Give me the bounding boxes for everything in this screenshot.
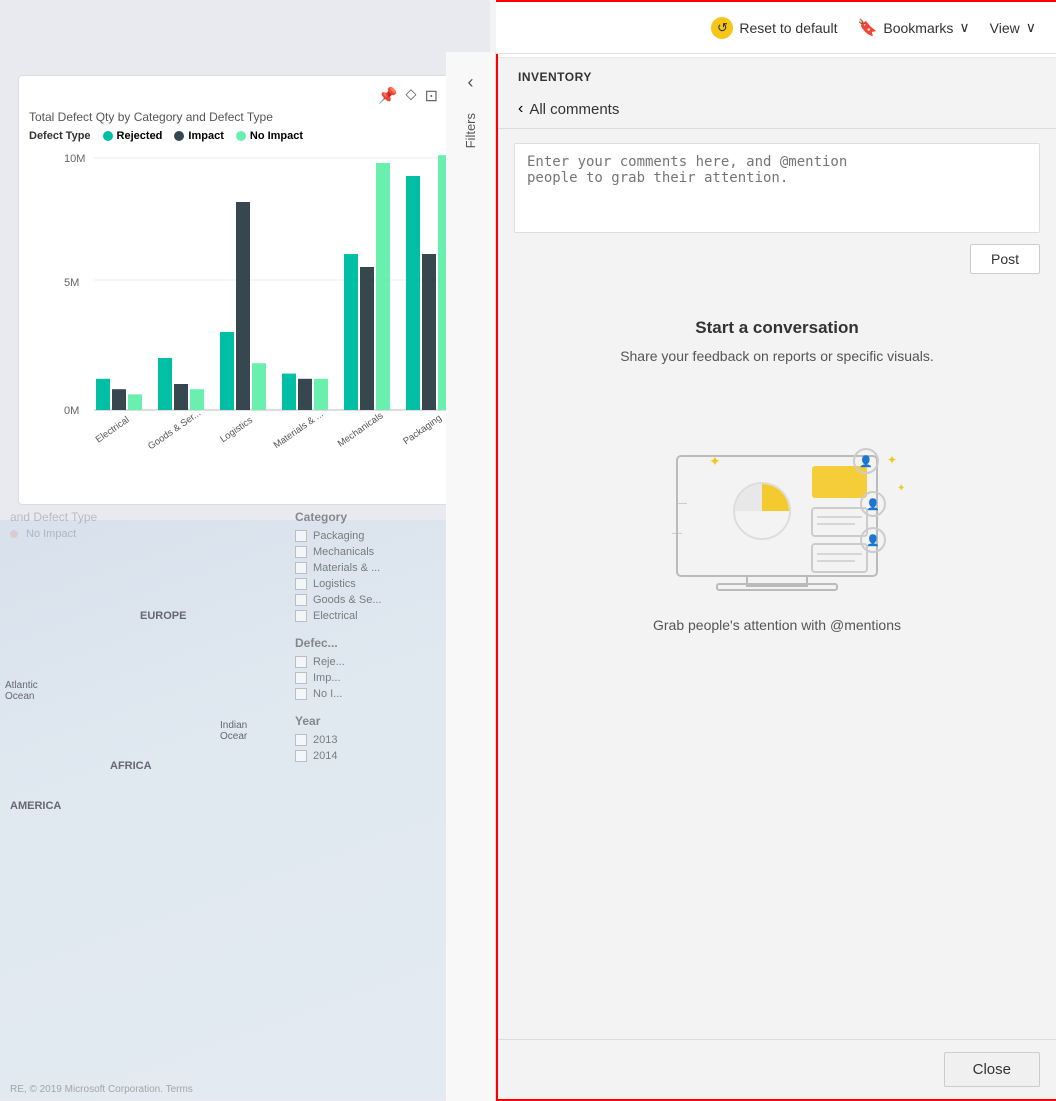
start-conversation-title: Start a conversation <box>695 318 858 338</box>
reset-icon: ↺ <box>711 17 733 39</box>
toolbar: ↺ Reset to default 🔖 Bookmarks ∨ View ∨ <box>496 2 1056 54</box>
svg-text:👤: 👤 <box>866 498 880 511</box>
collapse-filters-button[interactable]: ‹ <box>468 72 474 93</box>
map-background <box>0 520 490 1100</box>
post-btn-row: Post <box>514 244 1040 274</box>
svg-text:✦: ✦ <box>887 453 897 467</box>
svg-text:✦: ✦ <box>897 483 905 494</box>
svg-text:Materials & ...: Materials & ... <box>272 409 326 451</box>
start-conversation-subtitle: Share your feedback on reports or specif… <box>620 346 934 367</box>
svg-text:10M: 10M <box>64 153 85 165</box>
svg-text:Packaging: Packaging <box>401 413 444 447</box>
filters-toggle-label[interactable]: Filters <box>463 113 478 148</box>
view-button[interactable]: View ∨ <box>990 19 1036 36</box>
comment-input-area: Post <box>498 129 1056 288</box>
chart-legend: Defect Type Rejected Impact No Impact <box>29 130 462 142</box>
filter-icon[interactable]: ⬦ <box>405 86 416 106</box>
svg-text:👤: 👤 <box>859 455 873 468</box>
bookmarks-chevron: ∨ <box>959 19 969 36</box>
impact-dot <box>174 131 184 141</box>
conversation-illustration: 👤 👤 👤 ✦ ✦ ✦ — — <box>617 391 937 591</box>
grab-attention-text: Grab people's attention with @mentions <box>653 617 901 633</box>
close-button[interactable]: Close <box>944 1052 1040 1087</box>
filters-side-panel: ‹ Filters <box>446 52 496 1101</box>
defect-filter-title: Defec... <box>295 636 381 650</box>
close-btn-row: Close <box>498 1039 1056 1099</box>
chart-card: 📌 ⬦ ⊡ ··· Total Defect Qty by Category a… <box>18 75 473 505</box>
svg-text:0M: 0M <box>64 405 79 417</box>
year-filter-title: Year <box>295 714 381 728</box>
chart-toolbar: 📌 ⬦ ⊡ ··· <box>29 86 462 106</box>
svg-text:—: — <box>672 528 682 539</box>
bookmark-icon: 🔖 <box>857 18 877 38</box>
all-comments-text: All comments <box>529 101 619 118</box>
svg-text:👤: 👤 <box>866 534 880 547</box>
back-chevron-icon: ‹ <box>518 100 523 118</box>
left-panel: EUROPE AFRICA AMERICA AtlanticOcean Indi… <box>0 0 490 1101</box>
map-label-indian: IndianOcear <box>220 720 247 742</box>
view-chevron: ∨ <box>1026 19 1036 36</box>
svg-text:—: — <box>677 498 687 509</box>
filters-content: Category PackagingMechanicalsMaterials &… <box>295 510 381 766</box>
conversation-area: Start a conversation Share your feedback… <box>498 288 1056 1039</box>
map-label-america: AMERICA <box>10 800 61 812</box>
chart-title: Total Defect Qty by Category and Defect … <box>29 110 462 124</box>
pin-icon[interactable]: 📌 <box>377 86 397 106</box>
rejected-dot <box>103 131 113 141</box>
comments-panel: ↺ Reset to default 🔖 Bookmarks ∨ View ∨ … <box>496 0 1056 1101</box>
svg-text:Mechanicals: Mechanicals <box>336 410 386 449</box>
inventory-label: INVENTORY <box>498 58 1056 92</box>
legend-rejected: Rejected <box>103 130 163 142</box>
all-comments-row[interactable]: ‹ All comments <box>498 92 1056 129</box>
svg-text:Logistics: Logistics <box>218 415 255 445</box>
bookmarks-button[interactable]: 🔖 Bookmarks ∨ <box>857 18 969 38</box>
comment-input[interactable] <box>514 143 1040 233</box>
faded-bg-text: and Defect Type No Impact <box>10 510 97 540</box>
svg-text:Goods & Ser...: Goods & Ser... <box>146 408 203 452</box>
legend-no-impact: No Impact <box>236 130 303 142</box>
category-filter-title: Category <box>295 510 381 524</box>
comments-body: 💬 Comments INVENTORY ‹ All comments Post… <box>498 2 1056 1099</box>
legend-defect-type: Defect Type <box>29 130 91 142</box>
chart-area: 10M 5M 0M Electrical Goods & Ser... Logistics… <box>29 150 462 450</box>
svg-text:✦: ✦ <box>709 453 721 469</box>
map-label-atlantic: AtlanticOcean <box>5 680 38 702</box>
reset-to-default-button[interactable]: ↺ Reset to default <box>711 17 837 39</box>
svg-text:5M: 5M <box>64 277 79 289</box>
copyright: RE, © 2019 Microsoft Corporation. Terms <box>10 1084 193 1095</box>
legend-impact: Impact <box>174 130 223 142</box>
expand-icon[interactable]: ⊡ <box>425 86 438 106</box>
svg-text:Electrical: Electrical <box>94 414 132 445</box>
map-label-europe: EUROPE <box>140 610 186 622</box>
no-impact-dot <box>236 131 246 141</box>
post-button[interactable]: Post <box>970 244 1040 274</box>
map-label-africa: AFRICA <box>110 760 152 772</box>
